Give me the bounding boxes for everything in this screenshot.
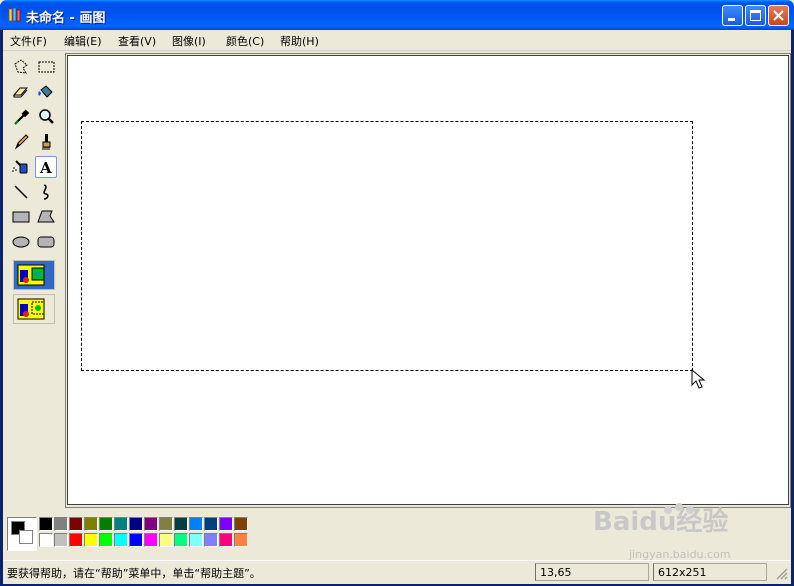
palette-swatch[interactable] [69, 533, 83, 547]
pencil-icon[interactable] [10, 131, 32, 153]
transparent-option[interactable] [13, 294, 55, 324]
eraser-icon[interactable] [10, 81, 32, 103]
rectangle-icon[interactable] [10, 206, 32, 228]
palette-swatch[interactable] [84, 517, 98, 531]
mouse-cursor-icon [691, 369, 706, 389]
palette-swatch[interactable] [84, 533, 98, 547]
palette-swatch[interactable] [219, 533, 233, 547]
line-icon[interactable] [10, 181, 32, 203]
brush-icon[interactable] [35, 131, 57, 153]
maximize-icon [750, 10, 761, 21]
svg-text:A: A [39, 159, 52, 177]
menu-image[interactable]: 图像(I) [172, 33, 206, 49]
free-form-select-icon[interactable] [10, 56, 32, 78]
title-bar[interactable]: 未命名 - 画图 [0, 0, 794, 30]
baidu-watermark: Baidu经验 jingyan.baidu.com [593, 503, 731, 561]
curve-icon[interactable] [35, 181, 57, 203]
palette-swatch[interactable] [54, 517, 68, 531]
palette-swatch[interactable] [189, 517, 203, 531]
status-help-text: 要获得帮助，请在“帮助”菜单中，单击“帮助主题”。 [7, 567, 261, 580]
opaque-option[interactable] [13, 260, 55, 290]
palette-swatch[interactable] [234, 517, 248, 531]
airbrush-icon[interactable] [10, 156, 32, 178]
toolbox: A [3, 53, 63, 508]
palette-swatch[interactable] [204, 533, 218, 547]
text-icon[interactable]: A [35, 156, 57, 178]
palette-swatch[interactable] [99, 517, 113, 531]
background-color [19, 530, 33, 544]
menu-colors[interactable]: 颜色(C) [226, 33, 264, 49]
palette-swatch[interactable] [174, 517, 188, 531]
palette-swatch[interactable] [159, 517, 173, 531]
palette-swatch[interactable] [159, 533, 173, 547]
fill-icon[interactable] [35, 81, 57, 103]
close-button[interactable] [768, 5, 789, 26]
ellipse-icon[interactable] [10, 231, 32, 253]
palette-swatch[interactable] [114, 533, 128, 547]
palette-swatch[interactable] [39, 533, 53, 547]
minimize-icon [728, 18, 735, 21]
palette-swatch[interactable] [174, 533, 188, 547]
menu-bar: 文件(F) 编辑(E) 查看(V) 图像(I) 颜色(C) 帮助(H) [3, 30, 791, 51]
palette-swatch[interactable] [144, 533, 158, 547]
paint-window: 未命名 - 画图 文件(F) 编辑(E) 查看(V) 图像(I) 颜色(C) 帮… [0, 0, 794, 586]
palette-swatch[interactable] [129, 533, 143, 547]
palette-swatch[interactable] [204, 517, 218, 531]
status-cursor-position: 13,65 [535, 563, 649, 581]
resize-grip-icon[interactable] [775, 567, 789, 581]
maximize-button[interactable] [745, 5, 766, 26]
palette-swatch[interactable] [54, 533, 68, 547]
status-bar: 要获得帮助，请在“帮助”菜单中，单击“帮助主题”。 13,65 612x251 [3, 560, 791, 584]
menu-help[interactable]: 帮助(H) [280, 33, 319, 49]
rounded-rect-icon[interactable] [35, 231, 57, 253]
svg-text:Baidu经验: Baidu经验 [593, 506, 728, 537]
polygon-icon[interactable] [35, 206, 57, 228]
opaque-mode-icon [17, 264, 45, 286]
palette-swatch[interactable] [219, 517, 233, 531]
palette-swatch[interactable] [39, 517, 53, 531]
palette-swatch[interactable] [114, 517, 128, 531]
text-selection-box[interactable] [81, 121, 693, 371]
palette-swatch[interactable] [129, 517, 143, 531]
menu-view[interactable]: 查看(V) [118, 33, 156, 49]
palette-swatch[interactable] [144, 517, 158, 531]
close-icon [773, 10, 784, 21]
minimize-button[interactable] [722, 5, 743, 26]
palette-swatch[interactable] [234, 533, 248, 547]
pick-color-icon[interactable] [10, 106, 32, 128]
menu-edit[interactable]: 编辑(E) [64, 33, 102, 49]
palette-swatch[interactable] [69, 517, 83, 531]
current-colors[interactable] [7, 517, 37, 551]
transparent-mode-icon [17, 298, 45, 320]
magnifier-icon[interactable] [35, 106, 57, 128]
paint-app-icon [8, 7, 21, 22]
palette-swatch[interactable] [189, 533, 203, 547]
menu-file[interactable]: 文件(F) [10, 33, 47, 49]
status-selection-size: 612x251 [653, 563, 767, 581]
palette-swatch[interactable] [99, 533, 113, 547]
rect-select-icon[interactable] [35, 56, 57, 78]
window-title: 未命名 - 画图 [26, 11, 106, 26]
